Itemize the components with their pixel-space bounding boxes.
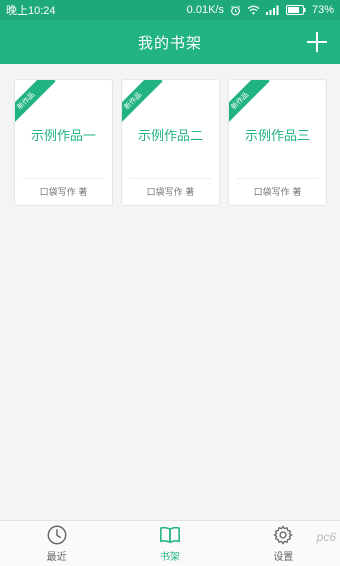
new-work-ribbon: 新作品 [229,80,270,131]
book-title: 示例作品二 [137,129,203,144]
book-author: 口袋写作 著 [253,188,302,198]
status-bar: 晚上10:24 0.01K/s 73% [0,0,340,20]
bookshelf-content: 新作品 示例作品一 口袋写作 著 新作品 示例作品二 口袋写作 著 新作品 示例… [0,64,340,520]
wifi-icon [247,5,260,15]
status-right: 0.01K/s 73% [187,4,334,16]
bottom-nav: 最近 书架 设置 [0,520,340,566]
new-work-ribbon: 新作品 [122,80,163,131]
page-title: 我的书架 [137,33,202,52]
gear-icon [273,525,293,545]
nav-label-recent: 最近 [46,552,67,563]
watermark-logo: pc6 [316,530,336,544]
alarm-icon [231,5,240,15]
card-divider [130,178,211,179]
battery-level: 73% [311,4,334,16]
book-icon [160,526,180,544]
nav-label-bookshelf: 书架 [159,552,180,563]
card-divider [23,178,104,179]
book-title: 示例作品三 [244,129,310,144]
new-work-ribbon: 新作品 [15,80,56,131]
book-author: 口袋写作 著 [39,188,88,198]
clock-icon [47,525,67,545]
book-author: 口袋写作 著 [146,188,195,198]
plus-icon [307,32,327,52]
book-card[interactable]: 新作品 示例作品一 口袋写作 著 [14,79,113,206]
card-divider [237,178,318,179]
status-time: 晚上10:24 [6,5,56,17]
book-card[interactable]: 新作品 示例作品二 口袋写作 著 [121,79,220,206]
add-book-button[interactable] [306,31,328,53]
nav-item-bookshelf[interactable]: 书架 [113,521,226,566]
book-card[interactable]: 新作品 示例作品三 口袋写作 著 [228,79,327,206]
app-bar: 我的书架 [0,20,340,64]
nav-label-settings: 设置 [273,552,294,563]
signal-icon [265,5,279,15]
network-speed: 0.01K/s [186,4,224,16]
book-title: 示例作品一 [30,129,96,144]
nav-item-recent[interactable]: 最近 [0,521,113,566]
battery-icon [285,5,306,15]
